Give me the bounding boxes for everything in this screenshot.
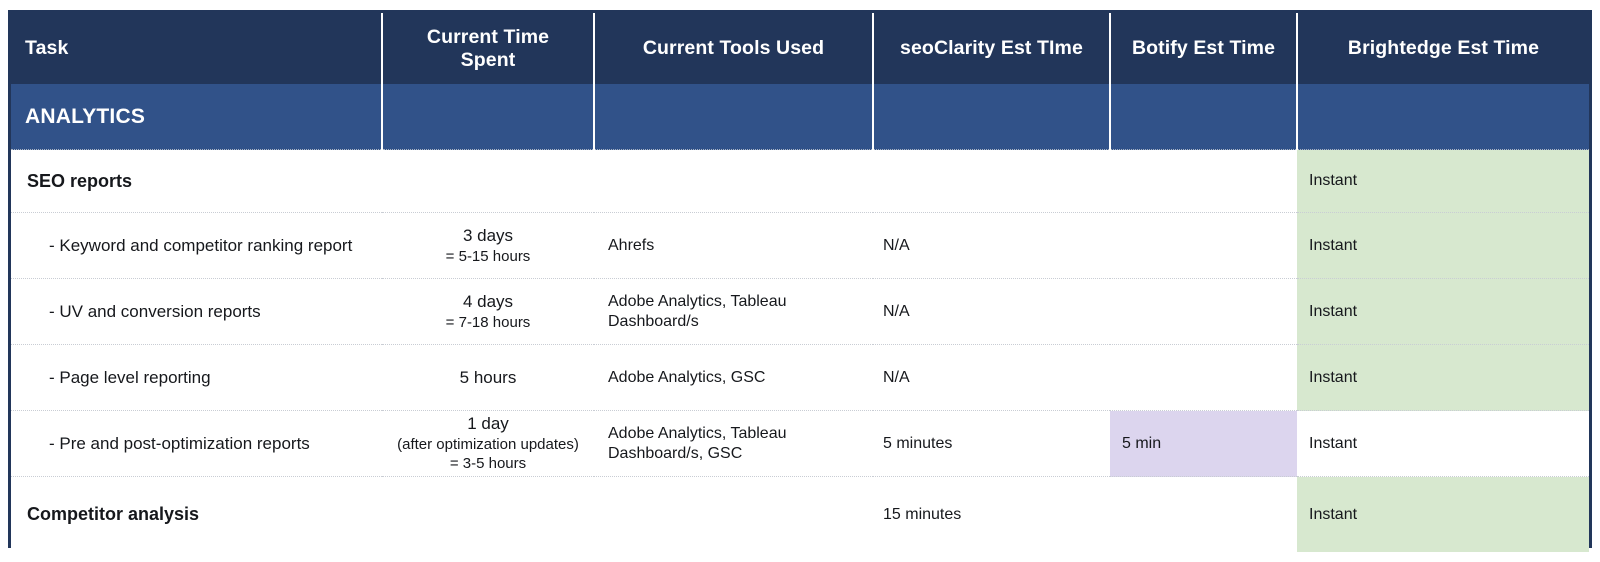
row-task-label: Competitor analysis <box>11 476 382 552</box>
column-header-botify-est-time-label: Botify Est Time <box>1131 37 1276 59</box>
table-header: Task Current Time Spent Current Tools Us… <box>11 13 1589 84</box>
row-current-tools-used: Adobe Analytics, Tableau Dashboard/s, GS… <box>594 410 873 477</box>
row-task-label: - UV and conversion reports <box>11 278 382 345</box>
row-botify-est-time <box>1110 149 1297 213</box>
row-brightedge-est-time: Instant <box>1297 278 1589 345</box>
row-botify-est-time <box>1110 212 1297 279</box>
time-sub: = 7-18 hours <box>445 313 531 331</box>
row-seoclarity-est-time: N/A <box>873 344 1110 411</box>
column-header-seoclarity-est-time[interactable]: seoClarity Est TIme <box>873 13 1111 84</box>
row-current-tools-used: Ahrefs <box>594 212 873 279</box>
section-label: ANALYTICS <box>25 104 146 128</box>
row-current-tools-used: Adobe Analytics, GSC <box>594 344 873 411</box>
column-header-current-tools-used-label: Current Tools Used <box>642 37 825 59</box>
screenshot-root: Task Current Time Spent Current Tools Us… <box>0 0 1600 562</box>
table-row: - UV and conversion reports 4 days = 7-1… <box>11 278 1589 345</box>
task-time-table: Task Current Time Spent Current Tools Us… <box>11 13 1589 552</box>
table-body: ANALYTICS SEO reports Instant - Keyword … <box>11 84 1589 552</box>
row-botify-est-time <box>1110 344 1297 411</box>
section-label-cell: ANALYTICS <box>11 84 383 150</box>
time-main: 4 days <box>462 292 514 312</box>
row-current-tools-used <box>594 476 873 552</box>
column-header-task[interactable]: Task <box>11 13 383 84</box>
table-row: - Page level reporting 5 hours Adobe Ana… <box>11 344 1589 411</box>
section-spacer-tools <box>594 84 874 150</box>
row-current-time-spent: 3 days = 5-15 hours <box>382 212 594 279</box>
row-task-label: - Pre and post-optimization reports <box>11 410 382 477</box>
time-sub: = 5-15 hours <box>445 247 531 265</box>
column-header-botify-est-time[interactable]: Botify Est Time <box>1110 13 1298 84</box>
section-spacer-time <box>382 84 595 150</box>
row-current-tools-used <box>594 149 873 213</box>
row-seoclarity-est-time: N/A <box>873 278 1110 345</box>
column-header-brightedge-est-time-label: Brightedge Est Time <box>1347 37 1540 59</box>
table-row: - Keyword and competitor ranking report … <box>11 212 1589 279</box>
row-brightedge-est-time: Instant <box>1297 344 1589 411</box>
row-current-time-spent: 1 day (after optimization updates) = 3-5… <box>382 410 594 477</box>
row-current-time-spent <box>382 149 594 213</box>
table-row: - Pre and post-optimization reports 1 da… <box>11 410 1589 477</box>
section-row-analytics: ANALYTICS <box>11 84 1589 150</box>
column-header-task-label: Task <box>25 37 69 59</box>
row-seoclarity-est-time: N/A <box>873 212 1110 279</box>
time-sub: = 3-5 hours <box>449 455 527 473</box>
row-botify-est-time <box>1110 278 1297 345</box>
row-task-label: - Keyword and competitor ranking report <box>11 212 382 279</box>
header-row: Task Current Time Spent Current Tools Us… <box>11 13 1589 84</box>
row-current-tools-used: Adobe Analytics, Tableau Dashboard/s <box>594 278 873 345</box>
row-task-label: SEO reports <box>11 149 382 213</box>
row-current-time-spent: 5 hours <box>382 344 594 411</box>
column-header-brightedge-est-time[interactable]: Brightedge Est Time <box>1297 13 1589 84</box>
column-header-seoclarity-est-time-label: seoClarity Est TIme <box>900 37 1083 59</box>
comparison-table: Task Current Time Spent Current Tools Us… <box>8 10 1592 552</box>
section-spacer-botify <box>1110 84 1298 150</box>
row-seoclarity-est-time: 5 minutes <box>873 410 1110 477</box>
column-header-current-tools-used[interactable]: Current Tools Used <box>594 13 874 84</box>
table-row: SEO reports Instant <box>11 149 1589 213</box>
time-main: 5 hours <box>459 367 517 387</box>
section-spacer-bedge <box>1297 84 1589 150</box>
time-note: (after optimization updates) <box>397 436 579 454</box>
time-main: 3 days <box>462 226 514 246</box>
row-brightedge-est-time: Instant <box>1297 410 1589 477</box>
row-seoclarity-est-time: 15 minutes <box>873 476 1110 552</box>
column-header-current-time-spent-label: Current Time Spent <box>426 25 550 71</box>
row-current-time-spent: 4 days = 7-18 hours <box>382 278 594 345</box>
row-current-time-spent <box>382 476 594 552</box>
section-spacer-seo <box>873 84 1111 150</box>
row-task-label: - Page level reporting <box>11 344 382 411</box>
row-seoclarity-est-time <box>873 149 1110 213</box>
row-brightedge-est-time: Instant <box>1297 149 1589 213</box>
row-brightedge-est-time: Instant <box>1297 476 1589 552</box>
row-botify-est-time <box>1110 476 1297 552</box>
row-botify-est-time: 5 min <box>1110 410 1297 477</box>
time-main: 1 day <box>467 414 509 434</box>
row-brightedge-est-time: Instant <box>1297 212 1589 279</box>
table-row: Competitor analysis 15 minutes Instant <box>11 476 1589 552</box>
column-header-current-time-spent[interactable]: Current Time Spent <box>382 13 595 84</box>
